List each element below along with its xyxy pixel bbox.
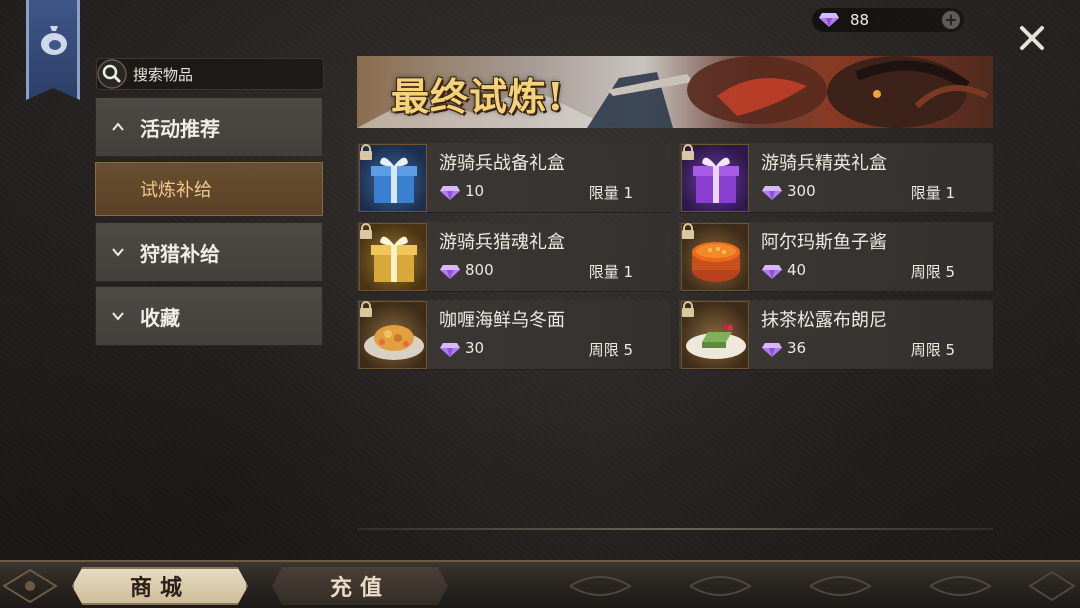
promo-banner[interactable]: 最终试炼!	[357, 56, 993, 128]
search-icon	[97, 59, 127, 89]
shop-item[interactable]: 阿尔玛斯鱼子酱 40 周限 5	[679, 222, 993, 292]
diamond-gem-icon	[440, 186, 460, 200]
item-name: 游骑兵战备礼盒	[439, 153, 565, 174]
sidebar-category-label: 狩猎补给	[140, 241, 220, 266]
shop-item[interactable]: 游骑兵战备礼盒 10 限量 1	[357, 143, 671, 213]
item-name: 咖喱海鲜乌冬面	[439, 310, 565, 331]
currency-display: 88 +	[812, 8, 964, 32]
chevron-up-icon	[112, 122, 124, 131]
promo-title: 最终试炼!	[391, 74, 565, 119]
left-ornament-icon	[2, 568, 58, 604]
item-limit: 限量 1	[588, 263, 633, 281]
sidebar-category-hunting[interactable]: 狩猎补给	[95, 222, 323, 282]
lock-icon	[682, 144, 694, 160]
lock-icon	[360, 223, 372, 239]
item-price: 800	[465, 261, 494, 279]
diamond-gem-icon	[762, 265, 782, 279]
sidebar-category-recommended[interactable]: 活动推荐	[95, 97, 323, 157]
sidebar-item-trial-supplies[interactable]: 试炼补给	[95, 162, 323, 216]
item-limit: 周限 5	[910, 263, 955, 281]
item-limit: 限量 1	[588, 184, 633, 202]
item-limit: 限量 1	[910, 184, 955, 202]
item-limit: 周限 5	[910, 341, 955, 359]
sidebar-category-collection[interactable]: 收藏	[95, 286, 323, 346]
item-price: 30	[465, 339, 485, 357]
item-limit: 周限 5	[588, 341, 633, 359]
tab-shop[interactable]: 商城	[72, 567, 248, 605]
item-price: 300	[787, 182, 816, 200]
currency-amount: 88	[850, 11, 870, 29]
bag-icon	[41, 26, 67, 55]
lock-icon	[360, 144, 372, 160]
item-price: 10	[465, 182, 485, 200]
chevron-down-icon	[112, 312, 124, 321]
sidebar-category-label: 活动推荐	[140, 116, 220, 141]
content-divider	[357, 528, 993, 530]
item-price: 40	[787, 261, 807, 279]
shop-item[interactable]: 游骑兵猎魂礼盒 800 限量 1	[357, 222, 671, 292]
search-input[interactable]: 搜索物品	[133, 64, 193, 85]
item-name: 游骑兵精英礼盒	[761, 153, 887, 174]
close-icon[interactable]	[1016, 22, 1048, 54]
diamond-gem-icon	[440, 265, 460, 279]
diamond-gem-icon	[762, 186, 782, 200]
add-currency-button[interactable]: +	[942, 11, 960, 29]
search-bar[interactable]: 搜索物品	[96, 58, 324, 90]
decorative-ornament-icon	[569, 570, 1076, 602]
lock-icon	[682, 301, 694, 317]
shop-banner-flag[interactable]	[26, 0, 80, 100]
lock-icon	[682, 223, 694, 239]
item-price: 36	[787, 339, 807, 357]
sidebar-category-label: 收藏	[140, 305, 180, 330]
bottom-tab-bar: 商城 充值	[0, 560, 1080, 608]
tab-recharge[interactable]: 充值	[272, 567, 448, 605]
shop-item[interactable]: 抹茶松露布朗尼 36 周限 5	[679, 300, 993, 370]
shop-item[interactable]: 游骑兵精英礼盒 300 限量 1	[679, 143, 993, 213]
item-name: 阿尔玛斯鱼子酱	[761, 232, 887, 253]
diamond-gem-icon	[819, 13, 839, 27]
shop-item[interactable]: 咖喱海鲜乌冬面 30 周限 5	[357, 300, 671, 370]
item-name: 游骑兵猎魂礼盒	[439, 232, 565, 253]
chevron-down-icon	[112, 248, 124, 257]
item-name: 抹茶松露布朗尼	[761, 310, 887, 331]
lock-icon	[360, 301, 372, 317]
diamond-gem-icon	[762, 343, 782, 357]
diamond-gem-icon	[440, 343, 460, 357]
